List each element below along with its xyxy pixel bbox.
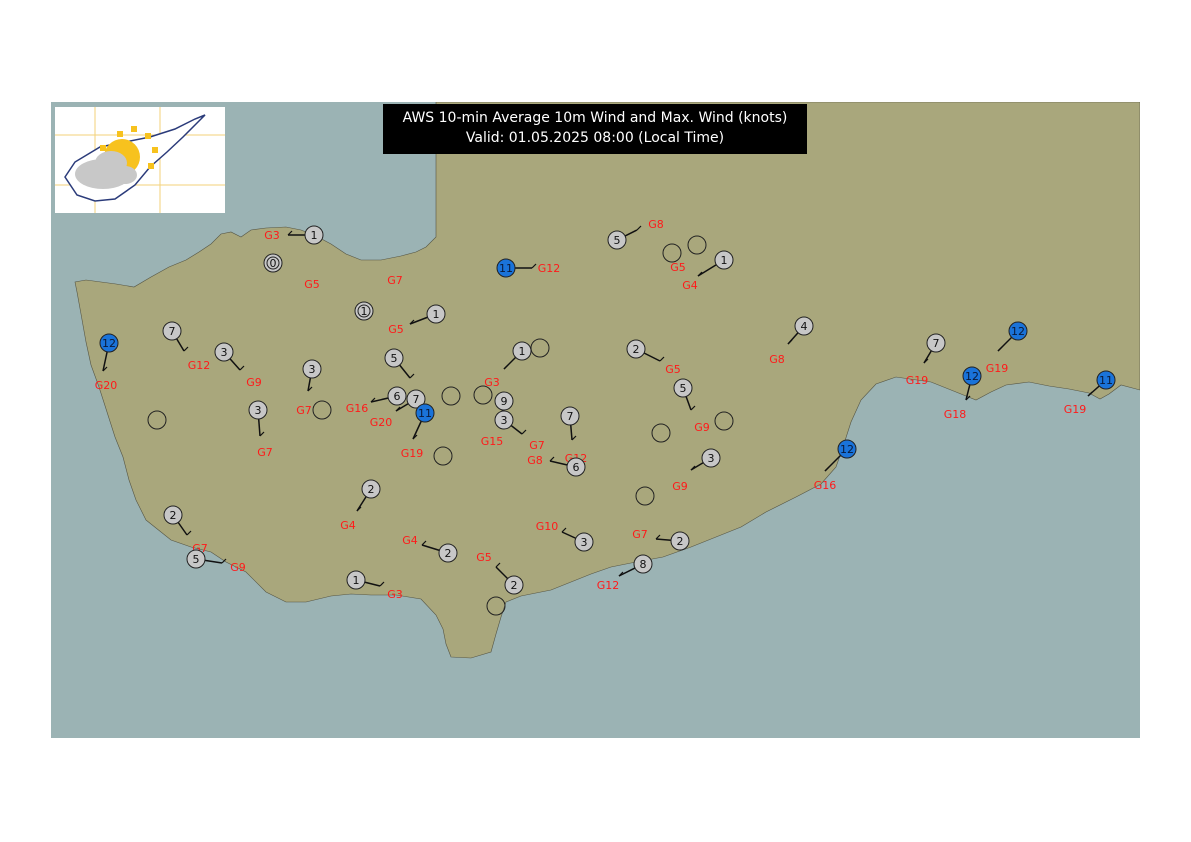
station-gust-label: G19 [986,362,1009,375]
station-gust-label: G5 [304,278,320,291]
station-gust-label: G12 [597,579,620,592]
station-gust-label: G4 [340,519,356,532]
station-gust-label: G9 [672,480,688,493]
station-speed-label: 3 [221,346,228,359]
station-marker: G7 [529,439,545,452]
station-speed-label: 12 [840,443,854,456]
station-speed-label: 11 [1099,374,1113,387]
station-speed-label: 2 [368,483,375,496]
station-gust-label: G3 [264,229,280,242]
station-gust-label: G7 [529,439,545,452]
station-speed-label: 0 [270,257,277,270]
station-speed-label: 11 [499,262,513,275]
station-marker: 1 [354,301,374,321]
station-speed-label: 12 [965,370,979,383]
station-gust-label: G18 [944,408,967,421]
station-gust-label: G4 [402,534,418,547]
station-speed-label: 1 [433,308,440,321]
station-speed-label: 7 [413,393,420,406]
station-speed-label: 1 [519,345,526,358]
station-speed-label: 6 [573,461,580,474]
map-title: AWS 10-min Average 10m Wind and Max. Win… [402,110,788,126]
station-gust-label: G7 [387,274,403,287]
station-speed-label: 3 [581,536,588,549]
station-gust-label: G19 [401,447,424,460]
station-marker: G7 [387,274,403,287]
station-gust-label: G5 [665,363,681,376]
station-gust-label: G8 [769,353,785,366]
station-gust-label: G7 [296,404,312,417]
station-gust-label: G5 [476,551,492,564]
station-speed-label: 12 [1011,325,1025,338]
station-speed-label: 4 [801,320,808,333]
station-gust-label: G10 [536,520,559,533]
station-gust-label: G20 [95,379,118,392]
station-speed-label: 5 [614,234,621,247]
station-speed-label: 1 [721,254,728,267]
station-gust-label: G12 [538,262,561,275]
station-gust-label: G7 [257,446,273,459]
station-speed-label: 12 [102,337,116,350]
station-speed-label: 7 [933,337,940,350]
station-speed-label: 2 [633,343,640,356]
station-gust-label: G9 [246,376,262,389]
station-speed-label: 7 [567,410,574,423]
station-marker: G4 [682,279,698,292]
station-speed-label: 5 [391,352,398,365]
station-gust-label: G15 [481,435,504,448]
station-gust-label: G3 [387,588,403,601]
station-speed-label: 2 [677,535,684,548]
station-speed-label: 2 [511,579,518,592]
station-marker: 0 [263,253,283,273]
station-gust-label: G20 [370,416,393,429]
station-speed-label: 1 [311,229,318,242]
station-gust-label: G7 [632,528,648,541]
sun-cloud-cyprus-logo-icon [55,107,225,213]
station-speed-label: 1 [361,305,368,318]
station-gust-label: G8 [648,218,664,231]
station-gust-label: G16 [814,479,837,492]
valid-time: Valid: 01.05.2025 08:00 (Local Time) [465,130,725,146]
station-gust-label: G5 [388,323,404,336]
station-gust-label: G9 [230,561,246,574]
station-speed-label: 3 [501,414,508,427]
station-speed-label: 5 [193,553,200,566]
station-gust-label: G16 [346,402,369,415]
station-gust-label: G4 [682,279,698,292]
station-gust-label: G12 [188,359,211,372]
station-speed-label: 7 [169,325,176,338]
station-marker: G5 [304,278,320,291]
station-speed-label: 2 [170,509,177,522]
station-speed-label: 3 [255,404,262,417]
station-speed-label: 11 [418,407,432,420]
station-speed-label: 3 [708,452,715,465]
station-gust-label: G8 [527,454,543,467]
station-speed-label: 8 [640,558,647,571]
station-gust-label: G19 [1064,403,1087,416]
station-gust-label: G5 [670,261,686,274]
station-speed-label: 2 [445,547,452,560]
station-speed-label: 3 [309,363,316,376]
map-title-box: AWS 10-min Average 10m Wind and Max. Win… [383,104,807,154]
station-speed-label: 9 [501,395,508,408]
station-gust-label: G19 [906,374,929,387]
station-speed-label: 6 [394,390,401,403]
station-speed-label: 5 [680,382,687,395]
station-speed-label: 1 [353,574,360,587]
station-gust-label: G9 [694,421,710,434]
